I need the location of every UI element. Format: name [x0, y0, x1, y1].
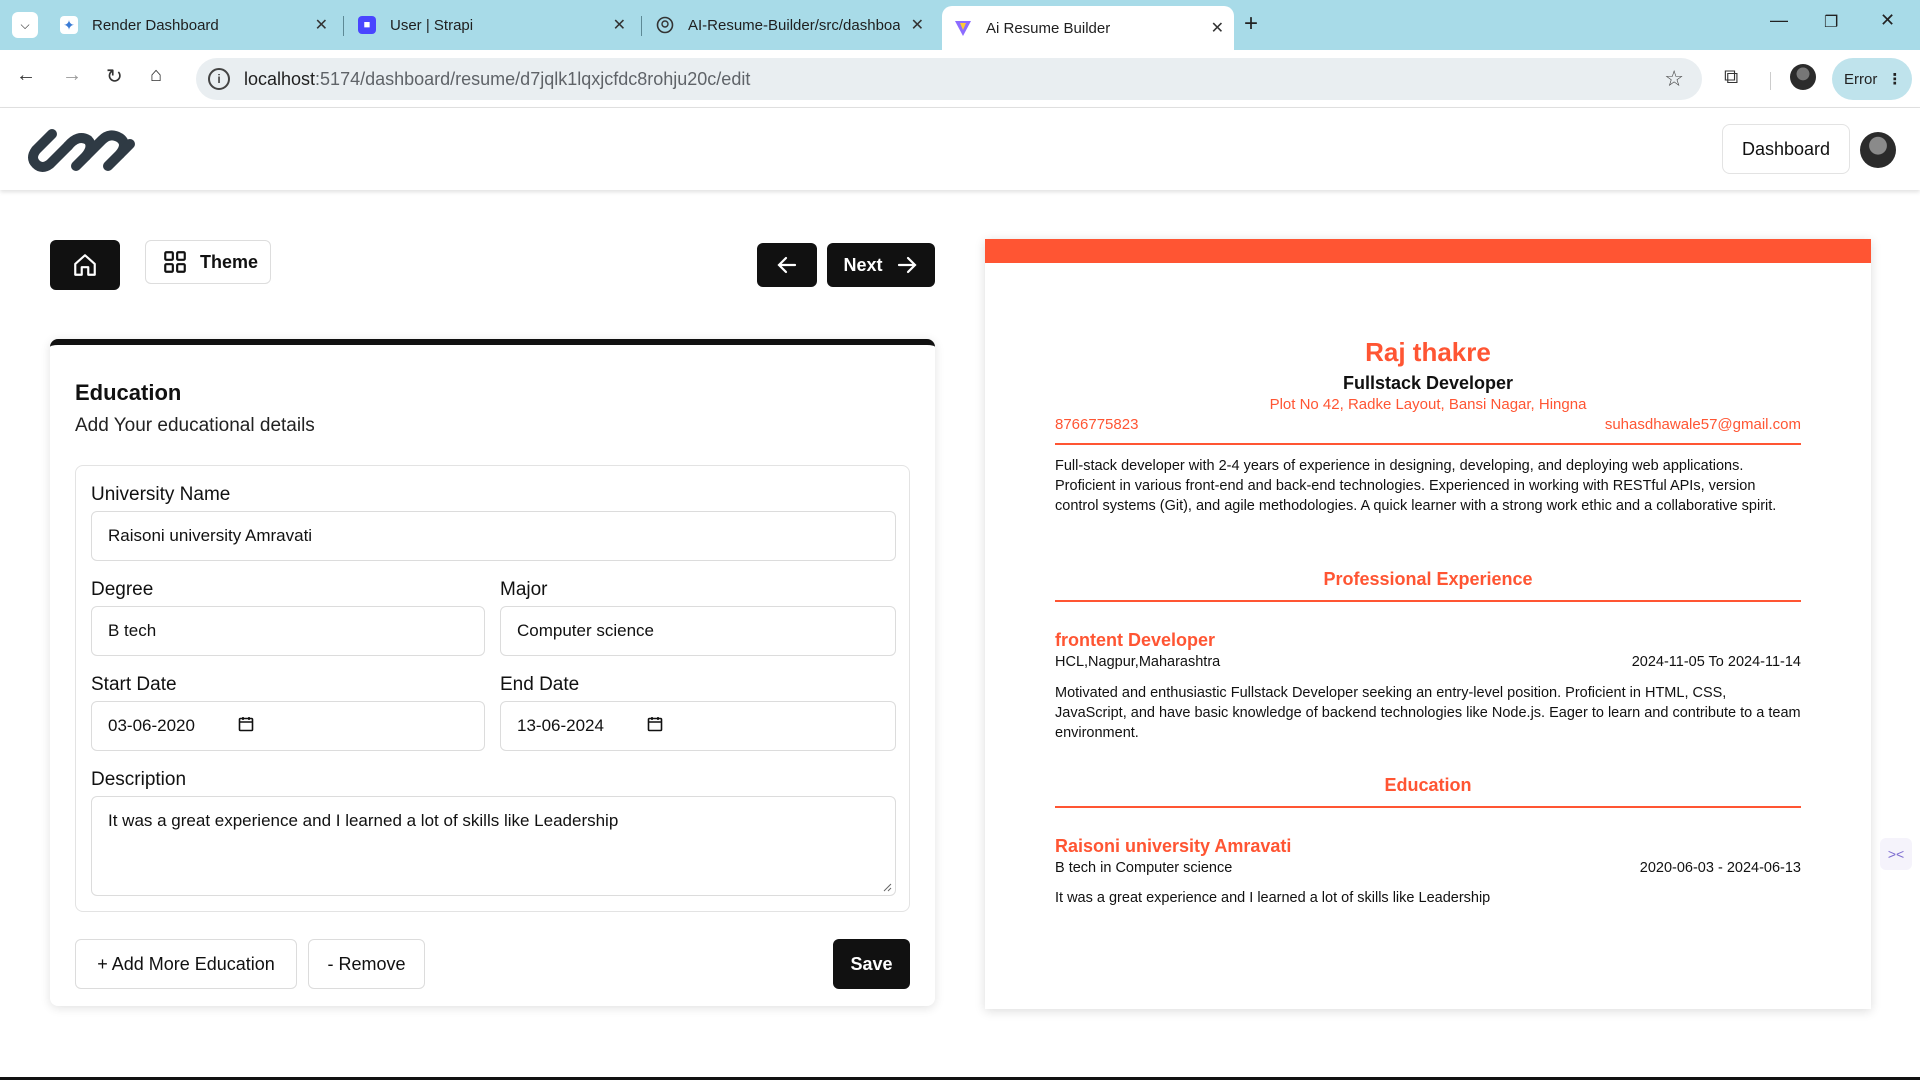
close-tab-icon[interactable]: ✕: [315, 15, 328, 35]
floating-widget-icon[interactable]: ><: [1880, 838, 1912, 870]
education-form-card: Education Add Your educational details U…: [50, 339, 935, 1006]
address-bar-row: ← → ↻ ⌂ i localhost:5174/dashboard/resum…: [0, 50, 1920, 108]
education-degree: B tech in Computer science: [1055, 860, 1233, 876]
major-input[interactable]: Computer science: [500, 606, 896, 656]
calendar-icon[interactable]: [647, 716, 663, 732]
divider: [1055, 443, 1801, 445]
calendar-icon[interactable]: [238, 716, 254, 732]
arrow-left-icon: [777, 256, 797, 274]
divider: [1055, 806, 1801, 808]
close-window-icon[interactable]: ✕: [1880, 10, 1895, 31]
extensions-icon[interactable]: ⧉: [1724, 66, 1738, 89]
url-bar[interactable]: i localhost:5174/dashboard/resume/d7jqlk…: [196, 58, 1702, 100]
experience-meta: HCL,Nagpur,Maharashtra 2024-11-05 To 202…: [1055, 654, 1801, 670]
university-label: University Name: [91, 484, 231, 505]
vite-icon: [954, 19, 972, 37]
home-icon[interactable]: ⌂: [150, 64, 162, 87]
new-tab-icon[interactable]: +: [1244, 10, 1258, 38]
error-button[interactable]: Error ⋮: [1832, 58, 1912, 100]
experience-summary: Motivated and enthusiastic Fullstack Dev…: [1055, 685, 1801, 741]
site-info-icon[interactable]: i: [208, 68, 230, 90]
strapi-icon: ■: [358, 16, 376, 34]
forward-icon[interactable]: →: [62, 64, 82, 87]
preview-summary: Full-stack developer with 2-4 years of e…: [1055, 458, 1777, 514]
start-date-input[interactable]: 03-06-2020: [91, 701, 485, 751]
github-icon: [656, 16, 674, 34]
save-button[interactable]: Save: [833, 939, 910, 989]
close-tab-icon[interactable]: ✕: [911, 15, 924, 35]
tab-strapi[interactable]: ■ User | Strapi ✕: [346, 8, 636, 42]
tab-separator: [641, 16, 642, 36]
description-textarea[interactable]: It was a great experience and I learned …: [91, 796, 896, 896]
experience-dates: 2024-11-05 To 2024-11-14: [1631, 654, 1801, 670]
education-description: It was a great experience and I learned …: [1055, 890, 1491, 906]
remove-education-button[interactable]: - Remove: [308, 939, 425, 989]
description-label: Description: [91, 769, 187, 790]
divider: [1055, 600, 1801, 602]
url-text: localhost:5174/dashboard/resume/d7jqlk1l…: [244, 68, 751, 89]
home-icon: [74, 254, 96, 276]
major-label: Major: [500, 579, 548, 600]
preview-name: Raj thakre: [1365, 337, 1491, 367]
degree-label: Degree: [91, 579, 154, 600]
render-icon: ✦: [60, 16, 78, 34]
restore-icon[interactable]: ❐: [1824, 12, 1838, 32]
experience-company: HCL,Nagpur,Maharashtra: [1055, 654, 1221, 670]
previous-button[interactable]: [757, 243, 817, 287]
minimize-icon[interactable]: —: [1770, 10, 1788, 31]
tab-ai-resume-builder[interactable]: Ai Resume Builder ✕: [942, 6, 1234, 50]
close-tab-icon[interactable]: ✕: [613, 15, 626, 35]
tab-github[interactable]: AI-Resume-Builder/src/dashboa ✕: [644, 8, 934, 42]
dashboard-button[interactable]: Dashboard: [1722, 124, 1850, 174]
preview-contact: 8766775823 suhasdhawale57@gmail.com: [1055, 416, 1801, 433]
section-subtitle: Add Your educational details: [75, 415, 315, 436]
resume-preview: Raj thakre Fullstack Developer Plot No 4…: [985, 239, 1871, 1009]
end-date-value: 13-06-2024: [517, 716, 604, 735]
close-tab-icon[interactable]: ✕: [1211, 18, 1224, 38]
home-button[interactable]: [50, 240, 120, 290]
reload-icon[interactable]: ↻: [106, 64, 123, 89]
end-date-label: End Date: [500, 674, 580, 695]
toolbar-separator: [1770, 72, 1771, 90]
profile-avatar-icon[interactable]: [1790, 64, 1816, 90]
resize-handle-icon[interactable]: [882, 882, 892, 892]
experience-heading: Professional Experience: [1323, 569, 1533, 589]
user-avatar[interactable]: [1860, 132, 1896, 168]
start-date-value: 03-06-2020: [108, 716, 195, 735]
theme-color-bar: [985, 239, 1871, 263]
university-input[interactable]: Raisoni university Amravati: [91, 511, 896, 561]
section-title: Education: [75, 380, 182, 405]
bookmark-star-icon[interactable]: ☆: [1664, 66, 1684, 92]
app-logo[interactable]: [24, 124, 154, 181]
theme-button[interactable]: Theme: [145, 240, 271, 284]
add-education-button[interactable]: + Add More Education: [75, 939, 297, 989]
layout-grid-icon: [164, 251, 186, 273]
arrow-right-icon: [897, 256, 917, 274]
end-date-input[interactable]: 13-06-2024: [500, 701, 896, 751]
tab-separator: [343, 16, 344, 36]
tab-search-icon[interactable]: ⌵: [12, 12, 38, 38]
preview-address: Plot No 42, Radke Layout, Bansi Nagar, H…: [1269, 396, 1587, 413]
preview-job-title: Fullstack Developer: [1342, 373, 1514, 393]
experience-title: frontent Developer: [1055, 630, 1216, 650]
more-menu-icon[interactable]: ⋮: [1887, 70, 1902, 88]
next-button[interactable]: Next: [827, 243, 935, 287]
education-heading: Education: [1384, 775, 1472, 795]
degree-input[interactable]: B tech: [91, 606, 485, 656]
preview-email: suhasdhawale57@gmail.com: [1604, 416, 1801, 433]
education-dates: 2020-06-03 - 2024-06-13: [1639, 860, 1801, 876]
browser-tab-bar: ⌵ ✦ Render Dashboard ✕ ■ User | Strapi ✕…: [0, 0, 1920, 50]
app-header: Dashboard: [0, 108, 1920, 190]
tab-render-dashboard[interactable]: ✦ Render Dashboard ✕: [48, 8, 338, 42]
start-date-label: Start Date: [91, 674, 177, 695]
education-entry: University Name Raisoni university Amrav…: [75, 465, 910, 912]
education-university: Raisoni university Amravati: [1055, 836, 1292, 856]
back-icon[interactable]: ←: [16, 64, 36, 87]
preview-phone: 8766775823: [1055, 416, 1139, 433]
education-meta: B tech in Computer science 2020-06-03 - …: [1055, 860, 1801, 876]
